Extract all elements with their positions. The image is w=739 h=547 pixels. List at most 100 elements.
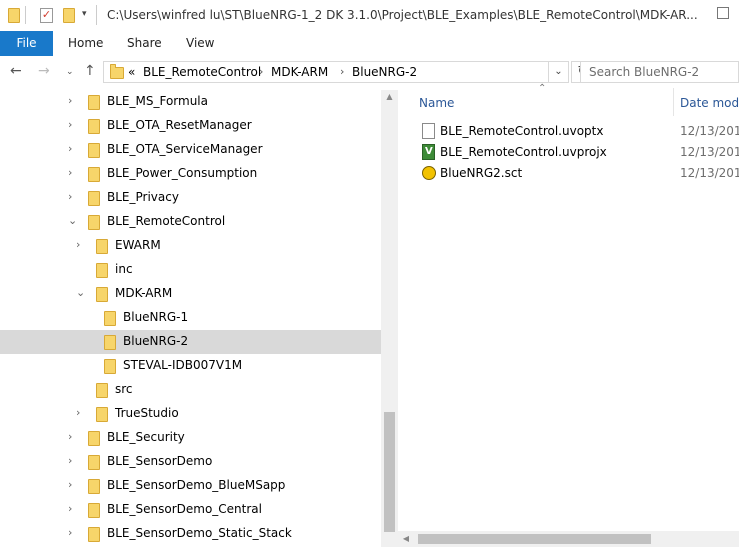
folder-icon: [104, 335, 116, 350]
folder-icon: [8, 8, 20, 23]
chevron-right-icon[interactable]: ›: [68, 190, 72, 203]
file-name: BlueNRG2.sct: [440, 166, 523, 180]
chevron-right-icon[interactable]: ›: [68, 166, 72, 179]
folder-icon: [88, 143, 100, 158]
customize-toolbar-icon[interactable]: ▾: [82, 9, 87, 19]
tree-item-label: TrueStudio: [115, 406, 179, 420]
file-name: BLE_RemoteControl.uvoptx: [440, 124, 604, 138]
chevron-down-icon[interactable]: ⌄: [68, 214, 77, 227]
folder-icon: [88, 215, 100, 230]
chevron-right-icon[interactable]: ›: [68, 502, 72, 515]
tree-item[interactable]: › BLE_SensorDemo_BlueMSapp: [0, 474, 381, 498]
tree-item-label: BLE_MS_Formula: [107, 94, 208, 108]
file-row[interactable]: BLE_RemoteControl.uvprojx 12/13/2018: [418, 142, 739, 163]
tab-home[interactable]: Home: [68, 31, 103, 56]
tree-item[interactable]: › TrueStudio: [0, 402, 381, 426]
file-date: 12/13/2018: [680, 145, 739, 159]
up-arrow-icon[interactable]: ↑: [84, 63, 96, 79]
tree-item-label: BLE_SensorDemo_BlueMSapp: [107, 478, 286, 492]
chevron-right-icon[interactable]: ›: [76, 238, 80, 251]
chevron-right-icon[interactable]: ›: [68, 142, 72, 155]
folder-icon: [88, 167, 100, 182]
tree-item-label: BLE_OTA_ServiceManager: [107, 142, 263, 156]
tree-item-label: MDK-ARM: [115, 286, 173, 300]
chevron-right-icon[interactable]: ›: [68, 454, 72, 467]
folder-icon: [88, 119, 100, 134]
title-bar: ✓ ▾ C:\Users\winfred lu\ST\BlueNRG-1_2 D…: [0, 0, 739, 31]
chevron-right-icon[interactable]: ›: [68, 478, 72, 491]
search-input[interactable]: Search BlueNRG-2: [580, 61, 739, 83]
column-header-date[interactable]: Date modif: [680, 96, 739, 110]
breadcrumb-separator[interactable]: ›: [259, 65, 263, 78]
minimize-button[interactable]: [717, 7, 729, 19]
column-header-name[interactable]: Name: [419, 96, 454, 110]
file-date: 12/13/2018: [680, 124, 739, 138]
folder-icon: [96, 407, 108, 422]
breadcrumb-mdk-arm[interactable]: MDK-ARM: [271, 65, 328, 79]
tree-item[interactable]: › BLE_Power_Consumption: [0, 162, 381, 186]
breadcrumb-ble-remotecontrol[interactable]: BLE_RemoteControl: [143, 65, 261, 79]
breadcrumb-overflow[interactable]: «: [128, 65, 135, 79]
chevron-right-icon[interactable]: ›: [68, 118, 72, 131]
tree-item[interactable]: ⌄ BLE_RemoteControl: [0, 210, 381, 234]
folder-icon: [104, 359, 116, 374]
file-date: 12/13/2018: [680, 166, 739, 180]
window-title: C:\Users\winfred lu\ST\BlueNRG-1_2 DK 3.…: [107, 8, 698, 22]
folder-icon: [96, 239, 108, 254]
file-name: BLE_RemoteControl.uvprojx: [440, 145, 607, 159]
tree-item[interactable]: › BLE_SensorDemo_Static_Stack: [0, 522, 381, 546]
back-arrow-icon[interactable]: ←: [10, 63, 22, 79]
horizontal-scrollbar-thumb[interactable]: [418, 534, 651, 544]
chevron-right-icon[interactable]: ›: [76, 406, 80, 419]
tree-item[interactable]: › BLE_Security: [0, 426, 381, 450]
tree-item-label: BLE_OTA_ResetManager: [107, 118, 252, 132]
recent-locations-icon[interactable]: ⌄: [66, 67, 74, 77]
chevron-right-icon[interactable]: ›: [68, 94, 72, 107]
tree-item-label: BLE_Security: [107, 430, 185, 444]
tree-item[interactable]: › BLE_SensorDemo: [0, 450, 381, 474]
tree-item[interactable]: src: [0, 378, 381, 402]
tree-item[interactable]: › BLE_Privacy: [0, 186, 381, 210]
scatter-file-icon: [422, 166, 436, 180]
folder-icon: [88, 503, 100, 518]
scroll-up-icon[interactable]: ▲: [381, 90, 398, 104]
scroll-left-icon[interactable]: ◀: [398, 531, 414, 547]
tree-item[interactable]: › BLE_SensorDemo_Central: [0, 498, 381, 522]
tree-item[interactable]: › EWARM: [0, 234, 381, 258]
breadcrumb-separator[interactable]: ›: [340, 65, 344, 78]
tree-item[interactable]: inc: [0, 258, 381, 282]
breadcrumb-bluenrg-2[interactable]: BlueNRG-2: [352, 65, 417, 79]
tree-item[interactable]: STEVAL-IDB007V1M: [0, 354, 381, 378]
tree-item[interactable]: › BLE_OTA_ResetManager: [0, 114, 381, 138]
forward-arrow-icon[interactable]: →: [38, 63, 50, 79]
address-dropdown-icon[interactable]: ⌄: [549, 61, 569, 83]
folder-icon: [88, 527, 100, 542]
tree-scrollbar-thumb[interactable]: [384, 412, 395, 532]
tab-share[interactable]: Share: [127, 31, 162, 56]
tree-item[interactable]: › BLE_MS_Formula: [0, 90, 381, 114]
properties-icon[interactable]: ✓: [40, 8, 53, 23]
new-folder-icon[interactable]: [63, 8, 75, 23]
tree-item[interactable]: ⌄ MDK-ARM: [0, 282, 381, 306]
tree-item-label: BLE_Privacy: [107, 190, 179, 204]
divider: [25, 6, 26, 24]
file-row[interactable]: BlueNRG2.sct 12/13/2018: [418, 163, 739, 184]
tree-item[interactable]: › BLE_OTA_ServiceManager: [0, 138, 381, 162]
folder-icon: [96, 287, 108, 302]
chevron-right-icon[interactable]: ›: [68, 430, 72, 443]
folder-icon: [104, 311, 116, 326]
column-divider[interactable]: [673, 88, 674, 116]
chevron-down-icon[interactable]: ⌄: [76, 286, 85, 299]
tree-item[interactable]: BlueNRG-2: [0, 330, 381, 354]
tree-item-label: STEVAL-IDB007V1M: [123, 358, 243, 372]
tree-item-label: BlueNRG-1: [123, 310, 189, 324]
navigation-tree: › BLE_MS_Formula › BLE_OTA_ResetManager › BLE…: [0, 90, 381, 547]
tab-view[interactable]: View: [186, 31, 214, 56]
document-icon: [422, 123, 435, 139]
chevron-right-icon[interactable]: ›: [68, 526, 72, 539]
file-row[interactable]: BLE_RemoteControl.uvoptx 12/13/2018: [418, 121, 739, 142]
folder-icon: [96, 383, 108, 398]
tree-item[interactable]: BlueNRG-1: [0, 306, 381, 330]
tab-file[interactable]: File: [0, 31, 53, 56]
folder-icon: [88, 455, 100, 470]
